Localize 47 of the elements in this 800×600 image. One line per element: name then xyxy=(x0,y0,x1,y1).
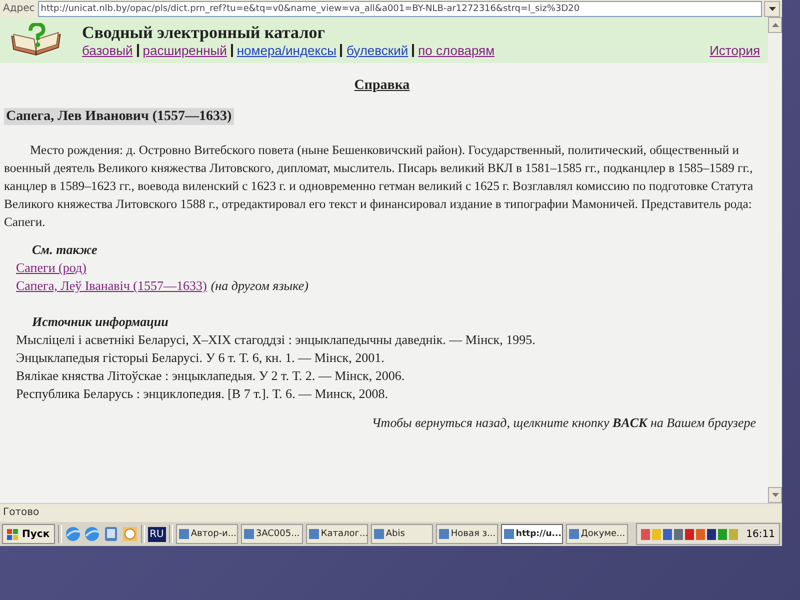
clock: 16:11 xyxy=(746,528,775,540)
source-entry: Республика Беларусь : энциклопедия. [В 7 т.]. Т. 6. — Минск, 2008. xyxy=(15,385,390,403)
caret-down-icon xyxy=(768,6,776,10)
biography-text: Место рождения: д. Островно Витебского повета (ныне Бешенковичский район). Государственный, политический, общественный и военный деятель Великого княжества Литовского, дипломат, мыслитель. Писарь великий ВКЛ в 1581–1585 гг., подканцлер в 1585–1589 гг., канцлер в 1589–1623 гг., воевода виленский с 1623 г. и одновременно гетман великий с 1625 г. Возглавлял комиссию по подготовке Статута Великого княжества Литовского 1588 г., отредактировал его текст и финансировал издание в типографии Мамоничей. Представитель рода: Сапеги. xyxy=(4,142,754,231)
source-entry: Мысліцелі і асветнікі Беларусі, X–XIX стагоддзі : энцыклапедычны даведнік. — Мінск, 1995. xyxy=(15,331,536,349)
scroll-up-icon[interactable] xyxy=(772,23,778,27)
nav-link[interactable]: номера/индексы xyxy=(236,42,336,58)
clock-icon[interactable] xyxy=(122,526,138,542)
taskbar-task[interactable]: 3AC005... xyxy=(240,524,303,544)
taskbar-task[interactable]: http://u... xyxy=(500,524,563,544)
see-also-link[interactable]: Сапеги (род) xyxy=(16,260,86,275)
nav-link[interactable]: по словарям xyxy=(418,42,495,58)
taskbar-task[interactable]: Abis xyxy=(370,524,433,544)
language-note: (на другом языке) xyxy=(210,278,308,293)
tray-icon[interactable] xyxy=(707,528,716,540)
scroll-down-icon[interactable] xyxy=(772,493,778,497)
back-instruction: Чтобы вернуться назад, щелкните кнопку BACK на Вашем браузере xyxy=(372,415,756,430)
book-question-icon xyxy=(8,23,64,57)
start-button[interactable]: Пуск xyxy=(2,524,55,544)
globe-icon[interactable] xyxy=(64,526,81,542)
tray-icon[interactable] xyxy=(685,528,694,540)
tray-icon[interactable] xyxy=(674,528,684,540)
history-link[interactable]: История xyxy=(710,42,760,58)
catalog-title: Сводный электронный каталог xyxy=(82,22,326,42)
taskbar-task[interactable]: Каталог... xyxy=(306,524,368,544)
nav-link[interactable]: базовый xyxy=(82,42,133,58)
taskbar-task[interactable]: Докуме... xyxy=(566,524,628,544)
vertical-scrollbar[interactable] xyxy=(768,17,782,503)
source-entry: Вялікае княства Літоўскае : энцыклапедыя. У 2 т. Т. 2. — Мінск, 2006. xyxy=(15,367,406,385)
language-indicator[interactable]: RU xyxy=(148,526,166,542)
sources-heading: Источник информации xyxy=(31,313,170,331)
nav-link[interactable]: булевский xyxy=(346,42,408,58)
page-heading: Справка xyxy=(354,78,410,93)
taskbar-task[interactable]: Новая з... xyxy=(436,524,498,544)
address-label: Адрес xyxy=(2,3,36,14)
nav-link[interactable]: расширенный xyxy=(142,42,227,58)
globe-icon[interactable] xyxy=(84,526,100,542)
see-also-heading: См. также xyxy=(31,241,98,259)
tray-icon[interactable] xyxy=(663,528,672,540)
dropdown-button[interactable] xyxy=(764,0,780,16)
address-field[interactable]: http://unicat.nlb.by/opac/pls/dict.prn_ref?tu=e&tq=v0&name_view=va_all&a001=BY-NLB-ar1272316&strq=l_siz%3D20 xyxy=(38,0,762,16)
see-also-link[interactable]: Сапега, Леў Іванавіч (1557—1633) xyxy=(16,278,207,293)
source-entry: Энцыклапедыя гісторыі Беларусі. У 6 т. Т. 6, кн. 1. — Мінск, 2001. xyxy=(15,349,386,367)
desktop-icon[interactable] xyxy=(102,526,119,542)
windows-logo-icon xyxy=(7,528,19,540)
taskbar-task[interactable]: Автор-и... xyxy=(176,524,238,544)
person-name: Сапега, Лев Иванович (1557—1633) xyxy=(4,108,234,125)
